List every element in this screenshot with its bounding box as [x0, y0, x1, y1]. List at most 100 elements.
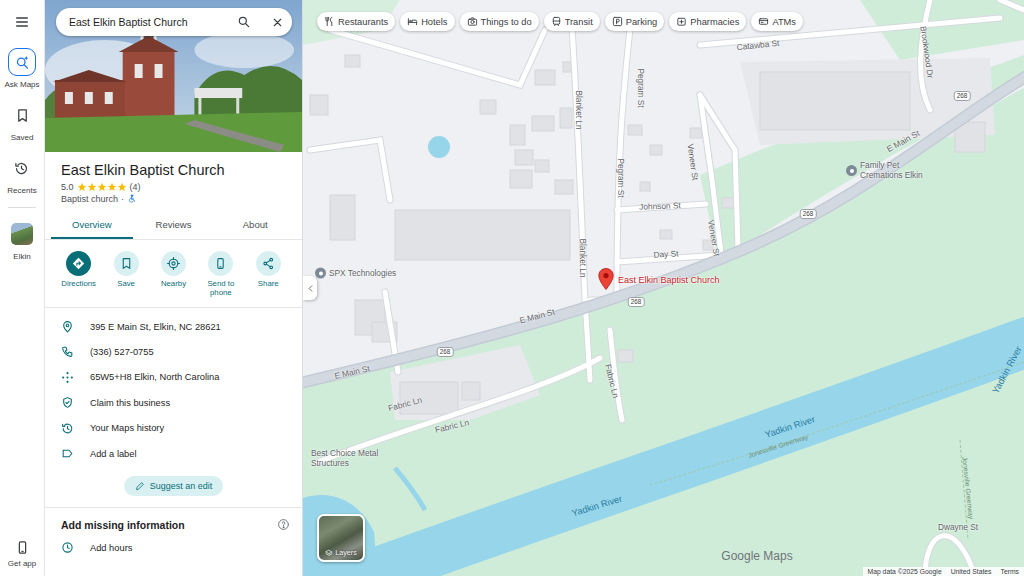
suggest-edit-label[interactable]: Suggest an edit: [150, 481, 213, 491]
search-box[interactable]: East Elkin Baptist Church: [56, 8, 292, 36]
info-row[interactable]: (336) 527-0755: [45, 339, 302, 364]
street-label: Day St: [653, 248, 678, 259]
category-chip[interactable]: ATMs: [751, 12, 803, 31]
rail-item[interactable]: Recents: [7, 154, 36, 195]
category-chip[interactable]: Restaurants: [317, 12, 395, 31]
chip-label[interactable]: Hotels: [421, 17, 447, 27]
menu-icon[interactable]: [14, 14, 30, 30]
info-row[interactable]: Claim this business: [45, 390, 302, 415]
action-label[interactable]: Share: [258, 280, 279, 289]
pin-label[interactable]: East Elkin Baptist Church: [618, 275, 720, 285]
directions-button[interactable]: Directions: [56, 251, 102, 298]
rail-item[interactable]: Saved: [8, 101, 36, 142]
close-icon[interactable]: [271, 16, 284, 29]
chip-label[interactable]: ATMs: [772, 17, 796, 27]
search-icon[interactable]: [237, 15, 251, 29]
missing-info-text[interactable]: Add hours: [90, 543, 132, 553]
map-base[interactable]: [303, 0, 1024, 576]
tab[interactable]: Reviews: [133, 214, 215, 239]
rail-item[interactable]: Ask Maps: [4, 48, 39, 89]
chip-label[interactable]: Pharmacies: [690, 17, 739, 27]
category-chip[interactable]: Parking: [605, 12, 665, 31]
tab[interactable]: Overview: [51, 214, 133, 239]
chip-label[interactable]: Things to do: [481, 17, 532, 27]
footer-item[interactable]: Terms: [1000, 568, 1019, 575]
send-button[interactable]: Send to phone: [198, 251, 244, 298]
save-button[interactable]: Save: [103, 251, 149, 298]
rail-label[interactable]: Elkin: [13, 252, 30, 261]
info-text[interactable]: Your Maps history: [90, 423, 164, 433]
chip-label[interactable]: Transit: [565, 17, 593, 27]
rail-item-box[interactable]: [8, 154, 36, 182]
place-thumbnail[interactable]: [11, 223, 33, 245]
info-row[interactable]: 395 E Main St, Elkin, NC 28621: [45, 314, 302, 339]
rail-item-box[interactable]: [8, 101, 36, 129]
place-label[interactable]: Best Choice Metal Structures: [311, 449, 383, 469]
map-poi[interactable]: SPX Technologies: [315, 268, 396, 279]
suggest-edit-button[interactable]: Suggest an edit: [124, 476, 224, 496]
navigation-rail: Ask Maps Saved Recents Elkin Get app: [0, 0, 45, 576]
info-row[interactable]: Add a label: [45, 441, 302, 466]
info-text[interactable]: 395 E Main St, Elkin, NC 28621: [90, 322, 221, 332]
place-photo[interactable]: East Elkin Baptist Church: [45, 0, 302, 152]
action-circle[interactable]: [256, 251, 281, 276]
info-text[interactable]: 65W5+H8 Elkin, North Carolina: [90, 372, 219, 382]
poi-label[interactable]: SPX Technologies: [329, 268, 396, 278]
search-input[interactable]: East Elkin Baptist Church: [69, 16, 231, 28]
action-label[interactable]: Save: [117, 280, 135, 289]
missing-info-row[interactable]: Add hours: [45, 535, 302, 560]
map-poi[interactable]: Family Pet Cremations Elkin: [846, 161, 938, 181]
parking-icon: [612, 16, 623, 27]
info-row[interactable]: Your Maps history: [45, 415, 302, 440]
help-icon[interactable]: [277, 518, 290, 531]
info-text[interactable]: Add a label: [90, 449, 137, 459]
category-chip[interactable]: Transit: [544, 12, 600, 31]
poi-icon[interactable]: [315, 268, 326, 279]
action-circle[interactable]: [66, 251, 91, 276]
collapse-panel-button[interactable]: [303, 276, 317, 300]
action-circle[interactable]: [114, 251, 139, 276]
rail-label[interactable]: Ask Maps: [4, 80, 39, 89]
rail-item-box[interactable]: [8, 48, 36, 76]
rail-label[interactable]: Recents: [7, 186, 36, 195]
action-circle[interactable]: [208, 251, 233, 276]
share-button[interactable]: Share: [245, 251, 291, 298]
chip-label[interactable]: Parking: [626, 17, 658, 27]
info-text[interactable]: Claim this business: [90, 398, 170, 408]
tab[interactable]: About: [214, 214, 296, 239]
rating-row[interactable]: 5.0(4): [61, 182, 286, 192]
footer-item[interactable]: United States: [951, 568, 992, 575]
chip-label[interactable]: Restaurants: [338, 17, 388, 27]
route-shield[interactable]: 268: [437, 347, 454, 357]
category-label[interactable]: Baptist church: [61, 194, 118, 204]
route-shield[interactable]: 268: [628, 297, 645, 307]
category-chip[interactable]: Things to do: [460, 12, 539, 31]
get-app-label[interactable]: Get app: [8, 559, 36, 568]
route-shield[interactable]: 268: [800, 209, 817, 219]
get-app-button[interactable]: Get app: [8, 540, 36, 568]
action-label[interactable]: Directions: [61, 280, 96, 289]
info-row[interactable]: 65W5+H8 Elkin, North Carolina: [45, 365, 302, 390]
action-circle[interactable]: [161, 251, 186, 276]
layers-button[interactable]: Layers: [317, 514, 365, 562]
street-label: Blanket Ln: [578, 238, 588, 277]
category-chip[interactable]: Hotels: [400, 12, 454, 31]
layers-label[interactable]: Layers: [335, 548, 357, 557]
layers-label-row[interactable]: Layers: [325, 548, 357, 560]
category-chip[interactable]: Pharmacies: [669, 12, 746, 31]
poi-label[interactable]: Family Pet Cremations Elkin: [860, 161, 938, 181]
poi-icon[interactable]: [846, 166, 857, 177]
rail-label[interactable]: Saved: [11, 133, 34, 142]
nearby-button[interactable]: Nearby: [150, 251, 196, 298]
rail-item[interactable]: Elkin: [8, 220, 36, 261]
nearby-icon: [167, 257, 180, 270]
place-pin[interactable]: [598, 268, 614, 290]
action-label[interactable]: Send to phone: [198, 280, 244, 298]
action-label[interactable]: Nearby: [161, 280, 186, 289]
review-count[interactable]: (4): [130, 182, 141, 192]
info-text[interactable]: (336) 527-0755: [90, 347, 154, 357]
rail-item-box[interactable]: [8, 220, 36, 248]
poi-icon-dot: [850, 169, 854, 173]
route-shield[interactable]: 268: [954, 91, 971, 101]
map-canvas[interactable]: Catawba StPegram StBlanket LnPegram StVe…: [303, 0, 1024, 576]
